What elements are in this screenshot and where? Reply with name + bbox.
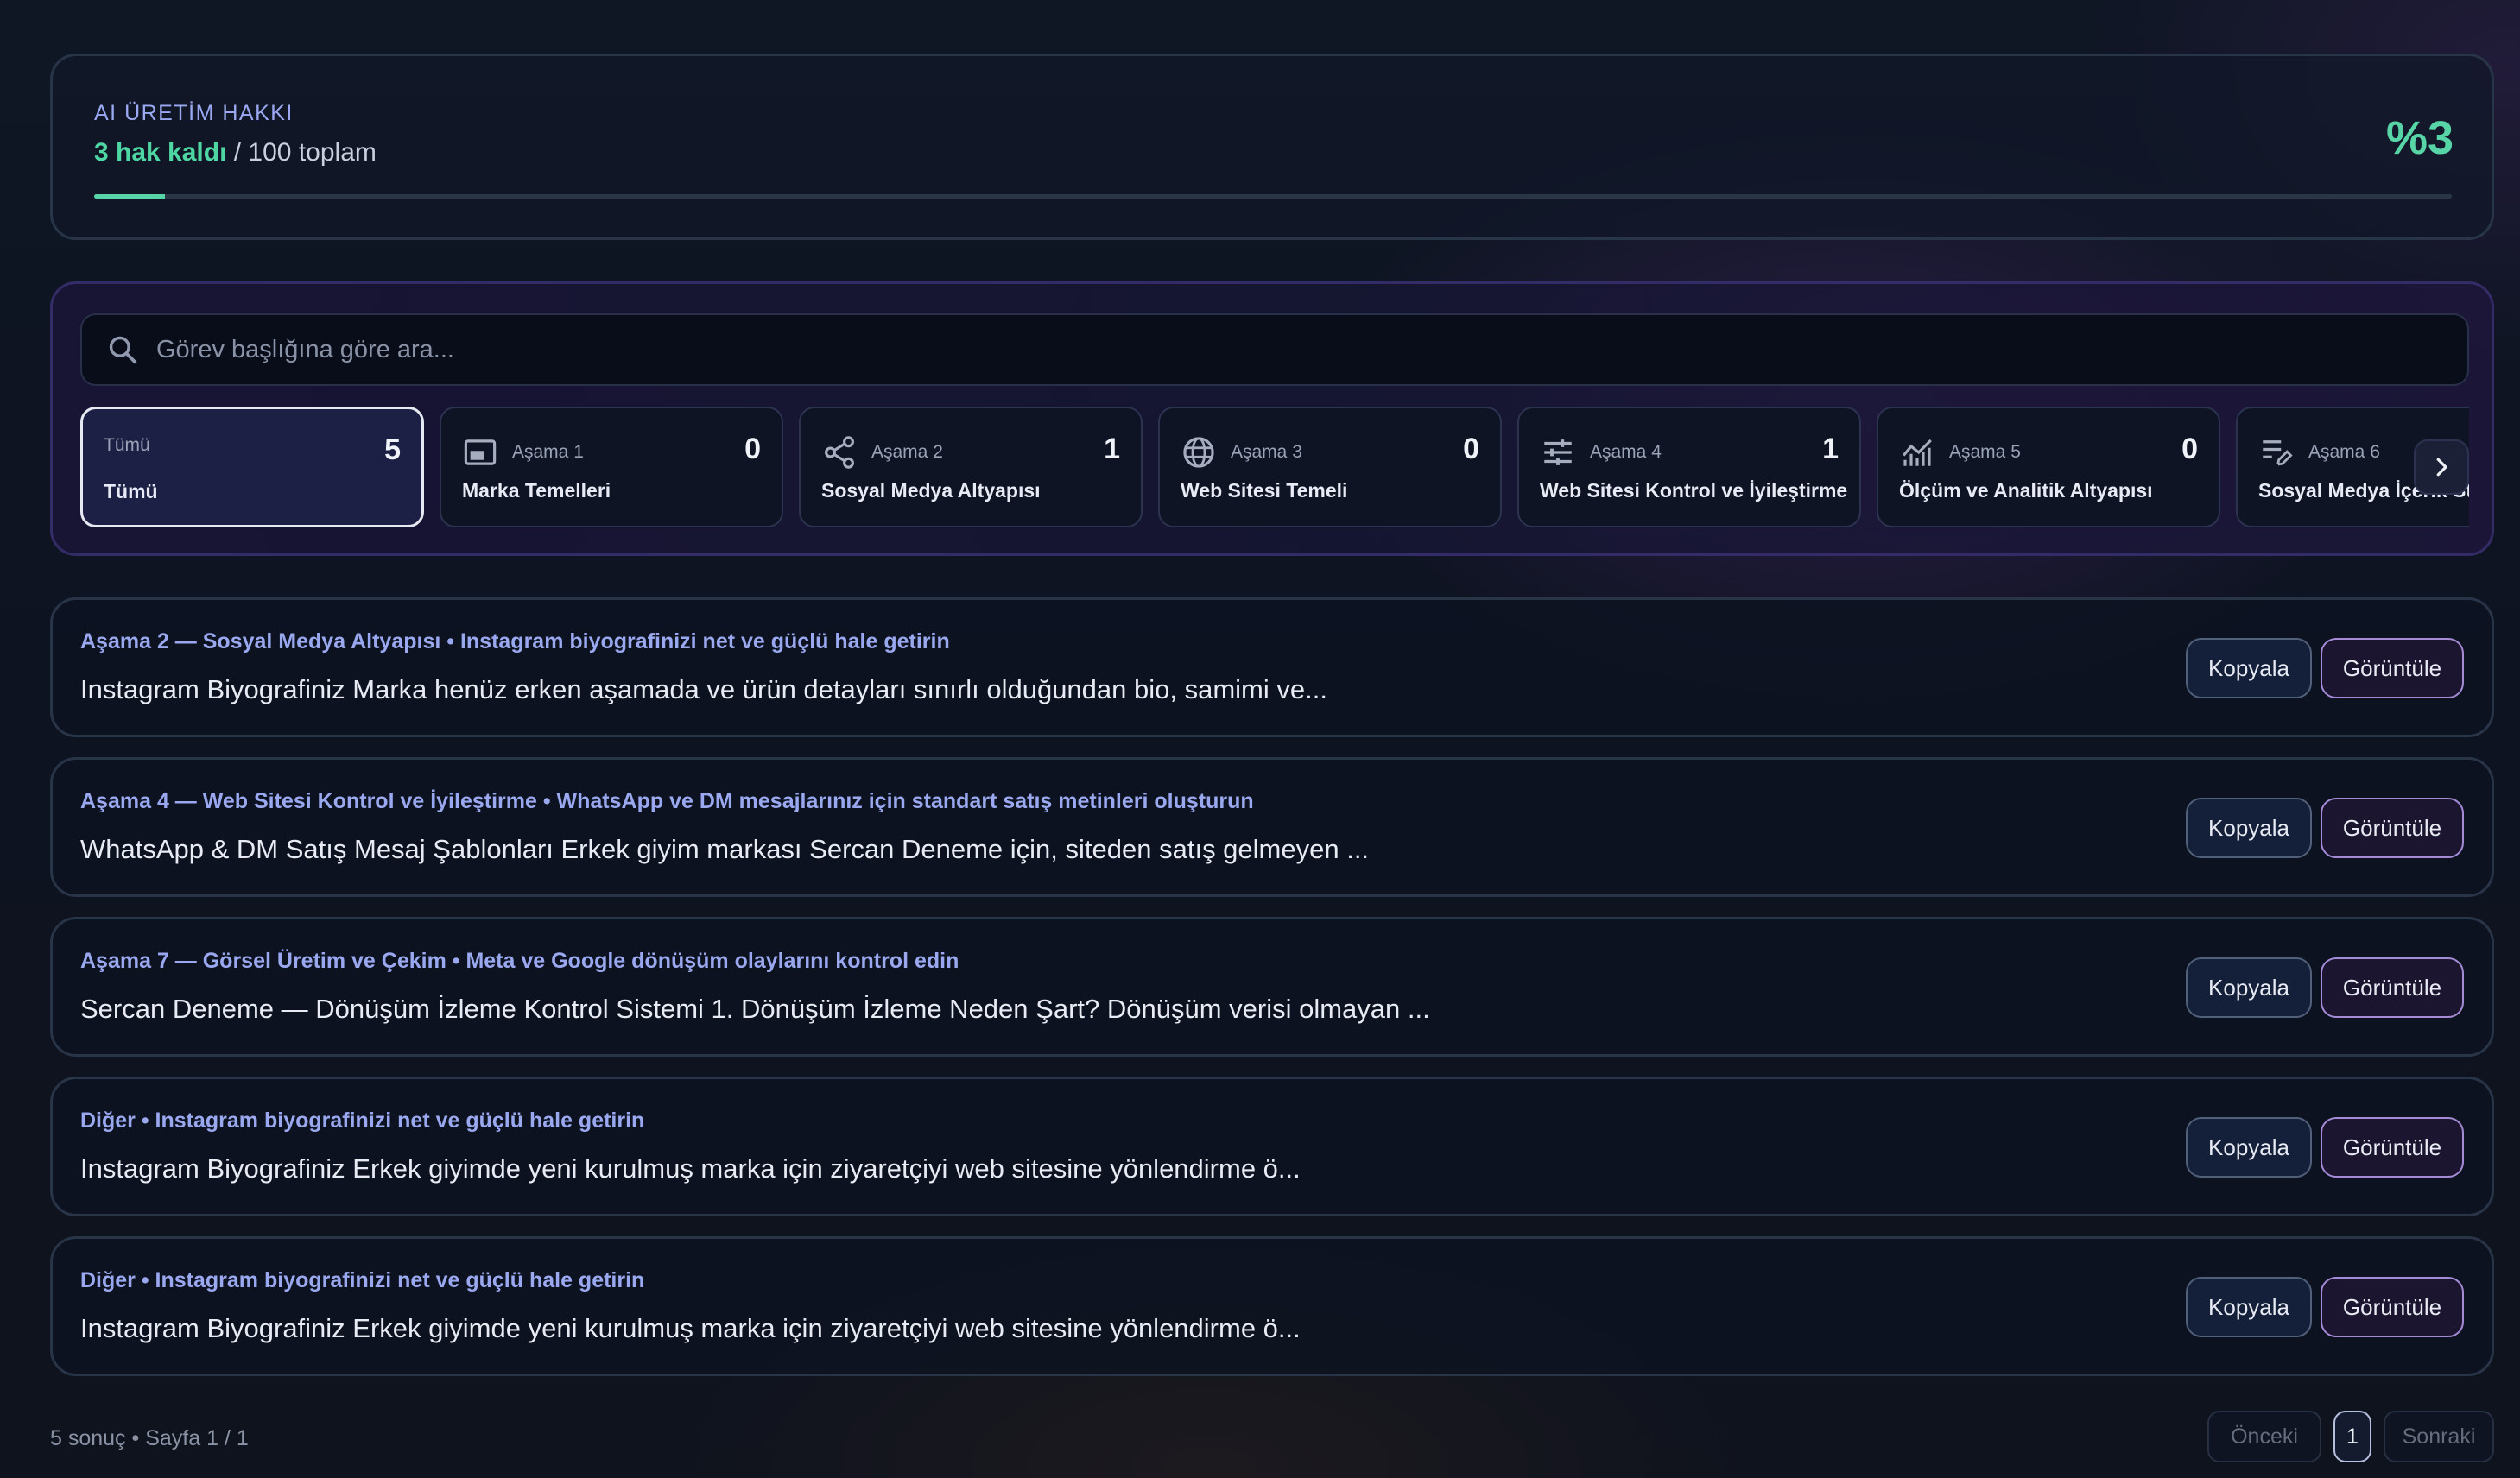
search-input[interactable] [156, 335, 2467, 364]
quota-percent: %3 [2385, 112, 2454, 164]
tab-stage-label: Aşama 6 [2308, 442, 2380, 462]
next-page-button[interactable]: Sonraki [2384, 1411, 2494, 1462]
result-row: Aşama 2 — Sosyal Medya Altyapısı • Insta… [50, 597, 2494, 737]
tab-stage-label: Aşama 4 [1590, 442, 1662, 462]
tab-name: Web Sitesi Temeli [1181, 479, 1348, 502]
search-box[interactable] [80, 313, 2469, 386]
analytics-icon [1903, 439, 1932, 466]
result-text: WhatsApp & DM Satış Mesaj Şablonları Erk… [80, 834, 1370, 864]
tabs-scroll-next-button[interactable] [2414, 439, 2469, 495]
tab-stage-label: Aşama 1 [512, 442, 584, 462]
tab-name: Marka Temelleri [462, 479, 611, 502]
filter-panel: Tümü 5 Tümü Aşama 1 0 Marka Temelleri [50, 281, 2494, 556]
view-button[interactable]: Görüntüle [2321, 798, 2464, 858]
results-list: Aşama 2 — Sosyal Medya Altyapısı • Insta… [50, 597, 2494, 1396]
result-meta: Aşama 4 — Web Sitesi Kontrol ve İyileşti… [80, 789, 1254, 813]
page-number-button[interactable]: 1 [2333, 1411, 2371, 1462]
copy-button[interactable]: Kopyala [2186, 1117, 2312, 1178]
tab-stage-4[interactable]: Aşama 4 1 Web Sitesi Kontrol ve İyileşti… [1517, 407, 1861, 527]
view-button[interactable]: Görüntüle [2321, 638, 2464, 698]
result-row: Diğer • Instagram biyografinizi net ve g… [50, 1077, 2494, 1216]
tab-stage-2[interactable]: Aşama 2 1 Sosyal Medya Altyapısı [799, 407, 1143, 527]
share-icon [825, 436, 854, 469]
result-meta: Diğer • Instagram biyografinizi net ve g… [80, 1108, 645, 1133]
tab-name: Tümü [104, 480, 158, 502]
view-button[interactable]: Görüntüle [2321, 1117, 2464, 1178]
tab-all[interactable]: Tümü 5 Tümü [80, 407, 424, 527]
copy-button[interactable]: Kopyala [2186, 798, 2312, 858]
tab-count: 1 [1104, 433, 1120, 465]
tab-name: Ölçüm ve Analitik Altyapısı [1899, 479, 2153, 502]
result-meta: Aşama 7 — Görsel Üretim ve Çekim • Meta … [80, 949, 959, 973]
tab-stage-label: Aşama 3 [1231, 442, 1302, 462]
tab-stage-3[interactable]: Aşama 3 0 Web Sitesi Temeli [1158, 407, 1502, 527]
result-meta: Diğer • Instagram biyografinizi net ve g… [80, 1268, 645, 1292]
quota-progress-bar [94, 194, 2452, 199]
result-row: Diğer • Instagram biyografinizi net ve g… [50, 1236, 2494, 1376]
quota-progress-fill [94, 194, 165, 199]
previous-page-button[interactable]: Önceki [2207, 1411, 2321, 1462]
edit-note-icon [2263, 440, 2293, 466]
tab-name: Sosyal Medya Altyapısı [821, 479, 1041, 502]
result-meta: Aşama 2 — Sosyal Medya Altyapısı • Insta… [80, 629, 950, 654]
result-row: Aşama 7 — Görsel Üretim ve Çekim • Meta … [50, 917, 2494, 1057]
tab-stage-5[interactable]: Aşama 5 0 Ölçüm ve Analitik Altyapısı [1877, 407, 2220, 527]
tab-count: 1 [1822, 433, 1839, 465]
copy-button[interactable]: Kopyala [2186, 957, 2312, 1018]
tab-stage-label: Aşama 2 [871, 442, 943, 462]
tab-stage-label: Aşama 5 [1949, 442, 2021, 462]
result-text: Instagram Biyografiniz Erkek giyimde yen… [80, 1313, 1301, 1343]
result-text: Instagram Biyografiniz Erkek giyimde yen… [80, 1153, 1301, 1184]
tab-count: 0 [744, 433, 761, 465]
results-summary: 5 sonuç • Sayfa 1 / 1 [50, 1426, 249, 1450]
result-row: Aşama 4 — Web Sitesi Kontrol ve İyileşti… [50, 757, 2494, 897]
copy-button[interactable]: Kopyala [2186, 638, 2312, 698]
result-text: Instagram Biyografiniz Marka henüz erken… [80, 674, 1327, 704]
sliders-icon [1544, 439, 1572, 465]
tab-name: Web Sitesi Kontrol ve İyileştirme [1540, 479, 1848, 502]
search-icon [109, 336, 137, 364]
tab-count: 0 [1463, 433, 1479, 465]
tab-stage-1[interactable]: Aşama 1 0 Marka Temelleri [440, 407, 783, 527]
ai-quota-card: AI ÜRETİM HAKKI 3 hak kaldı / 100 toplam… [50, 54, 2494, 240]
result-text: Sercan Deneme — Dönüşüm İzleme Kontrol S… [80, 994, 1430, 1024]
stage-tabs: Tümü 5 Tümü Aşama 1 0 Marka Temelleri Aş… [80, 407, 2469, 527]
view-button[interactable]: Görüntüle [2321, 957, 2464, 1018]
pagination: Önceki 1 Sonraki [2207, 1411, 2494, 1462]
picture-in-picture-icon [464, 439, 497, 465]
quota-count: 3 hak kaldı / 100 toplam [94, 138, 377, 167]
copy-button[interactable]: Kopyala [2186, 1277, 2312, 1337]
quota-label: AI ÜRETİM HAKKI [94, 101, 294, 125]
quota-remaining: 3 hak kaldı [94, 138, 227, 167]
view-button[interactable]: Görüntüle [2321, 1277, 2464, 1337]
quota-total: / 100 toplam [233, 138, 377, 167]
tab-stage-label: Tümü [104, 435, 150, 455]
tab-count: 5 [384, 433, 401, 466]
globe-icon [1183, 437, 1214, 468]
tab-count: 0 [2181, 433, 2198, 465]
chevron-right-icon [2436, 458, 2447, 477]
